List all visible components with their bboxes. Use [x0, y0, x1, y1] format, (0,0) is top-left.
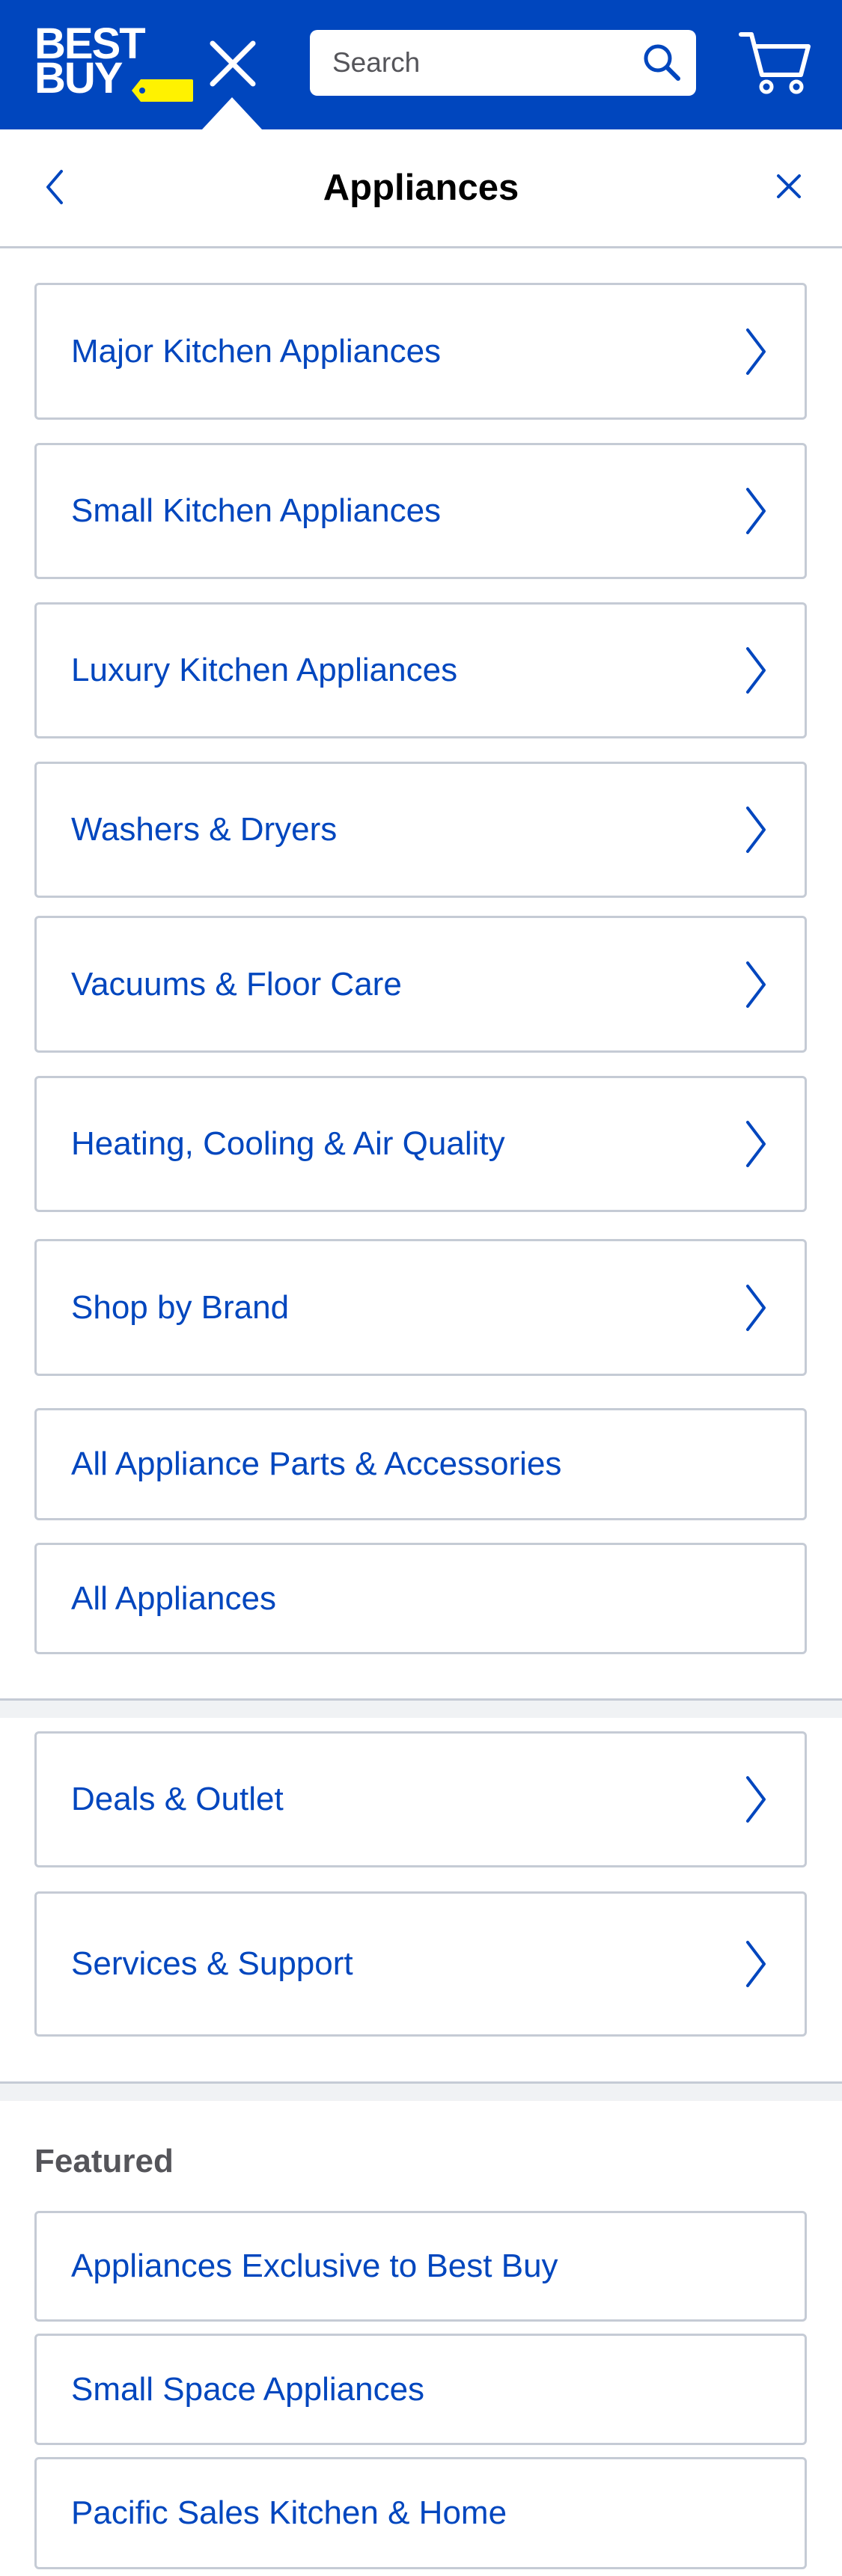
menu-item-heating-cooling-air-quality[interactable]: Heating, Cooling & Air Quality [34, 1076, 807, 1212]
menu-close-icon[interactable] [201, 31, 265, 96]
chevron-right-icon [746, 647, 766, 694]
menu-item-all-appliance-parts-accessories[interactable]: All Appliance Parts & Accessories [34, 1408, 807, 1520]
logo-line-2: BUY [34, 54, 123, 103]
section-divider [0, 2081, 842, 2101]
chevron-right-icon [746, 328, 766, 375]
top-header: BEST BUY [0, 0, 842, 129]
featured-item-small-space-appliances[interactable]: Small Space Appliances [34, 2334, 807, 2445]
menu-item-label: All Appliance Parts & Accessories [71, 1445, 562, 1482]
best-buy-logo[interactable]: BEST BUY [34, 22, 193, 103]
menu-item-label: Deals & Outlet [71, 1781, 284, 1817]
chevron-right-icon [746, 1941, 766, 1987]
menu-item-label: Heating, Cooling & Air Quality [71, 1125, 505, 1162]
menu-pointer [202, 97, 262, 129]
featured-item-exclusive-appliances[interactable]: Appliances Exclusive to Best Buy [34, 2211, 807, 2322]
menu-item-label: Vacuums & Floor Care [71, 965, 402, 1003]
featured-heading: Featured [34, 2143, 174, 2179]
menu-subheader: Appliances [0, 129, 842, 248]
chevron-right-icon [746, 1121, 766, 1167]
featured-item-label: Appliances Exclusive to Best Buy [71, 2248, 558, 2284]
menu-item-label: All Appliances [71, 1579, 276, 1617]
chevron-right-icon [746, 961, 766, 1008]
menu-item-luxury-kitchen-appliances[interactable]: Luxury Kitchen Appliances [34, 602, 807, 738]
page-title: Appliances [323, 168, 519, 208]
menu-item-label: Shop by Brand [71, 1288, 290, 1326]
search-bar [310, 30, 696, 96]
chevron-right-icon [746, 807, 766, 853]
menu-item-washers-dryers[interactable]: Washers & Dryers [34, 762, 807, 898]
featured-item-label: Pacific Sales Kitchen & Home [71, 2494, 507, 2531]
section-divider [0, 1698, 842, 1718]
menu-item-deals-outlet[interactable]: Deals & Outlet [34, 1731, 807, 1867]
menu-item-major-kitchen-appliances[interactable]: Major Kitchen Appliances [34, 283, 807, 420]
menu-item-label: Luxury Kitchen Appliances [71, 652, 458, 688]
close-icon[interactable] [771, 168, 807, 204]
menu-item-all-appliances[interactable]: All Appliances [34, 1543, 807, 1654]
menu-item-label: Washers & Dryers [71, 811, 338, 848]
featured-item-label: Small Space Appliances [71, 2370, 425, 2408]
search-input[interactable] [332, 30, 617, 96]
menu-item-label: Major Kitchen Appliances [71, 332, 442, 370]
menu-item-vacuums-floor-care[interactable]: Vacuums & Floor Care [34, 916, 807, 1053]
featured-item-pacific-sales[interactable]: Pacific Sales Kitchen & Home [34, 2457, 807, 2569]
chevron-right-icon [746, 1284, 766, 1331]
chevron-right-icon [746, 1776, 766, 1823]
search-icon[interactable] [639, 40, 684, 85]
menu-item-shop-by-brand[interactable]: Shop by Brand [34, 1239, 807, 1376]
menu-item-small-kitchen-appliances[interactable]: Small Kitchen Appliances [34, 443, 807, 579]
chevron-right-icon [746, 488, 766, 534]
menu-item-label: Small Kitchen Appliances [71, 492, 442, 529]
cart-icon[interactable] [738, 27, 813, 99]
menu-item-services-support[interactable]: Services & Support [34, 1891, 807, 2037]
menu-item-label: Services & Support [71, 1945, 353, 1982]
